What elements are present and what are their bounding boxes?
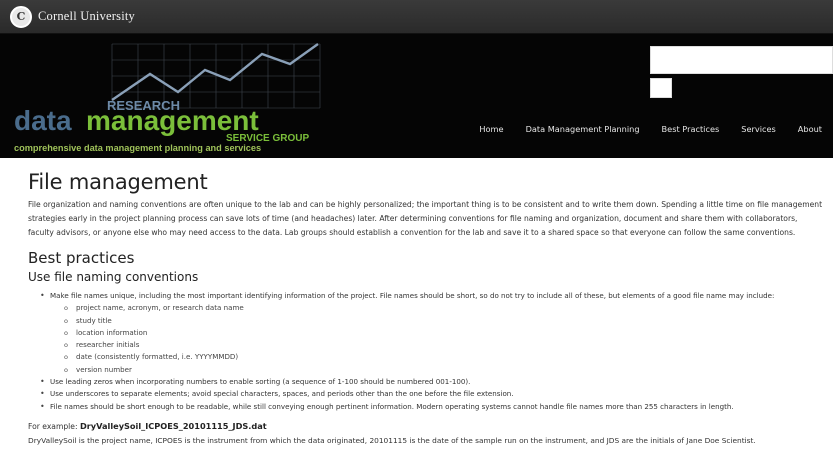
list-item: Make file names unique, including the mo… (40, 290, 823, 376)
nav-about[interactable]: About (787, 124, 833, 134)
sub-list-item: project name, acronym, or research data … (64, 302, 823, 315)
logo-data-text: data (14, 105, 72, 136)
nav-best-practices[interactable]: Best Practices (651, 124, 731, 134)
nav-home[interactable]: Home (468, 124, 514, 134)
logo-management-text: management (86, 105, 259, 136)
nav-services[interactable]: Services (730, 124, 787, 134)
sub-list-item: study title (64, 315, 823, 328)
sub-list-item: researcher initials (64, 339, 823, 352)
naming-conventions-list: Make file names unique, including the mo… (40, 290, 823, 413)
university-name-link[interactable]: Cornell University (38, 9, 135, 24)
logo-tagline-text: comprehensive data management planning a… (14, 143, 261, 153)
page-title: File management (28, 170, 208, 194)
main-content: File management File organization and na… (28, 170, 823, 447)
example-line: For example: DryValleySoil_ICPOES_201011… (28, 419, 823, 434)
list-item-text: Make file names unique, including the mo… (50, 291, 775, 300)
file-name-elements-list: project name, acronym, or research data … (64, 302, 823, 376)
list-item: Use underscores to separate elements; av… (40, 388, 823, 401)
main-navigation: Home Data Management Planning Best Pract… (468, 121, 833, 137)
university-header-bar: C Cornell University (0, 0, 833, 34)
list-item: File names should be short enough to be … (40, 401, 823, 414)
site-banner: RESEARCH data management SERVICE GROUP c… (0, 34, 833, 158)
list-item: Use leading zeros when incorporating num… (40, 376, 823, 389)
section-title: Best practices (28, 249, 135, 267)
sub-list-item: date (consistently formatted, i.e. YYYYM… (64, 351, 823, 364)
rdmsg-logo[interactable]: RESEARCH data management SERVICE GROUP c… (0, 34, 330, 158)
example-filename: DryValleySoil_ICPOES_20101115_JDS.dat (79, 420, 267, 431)
cornell-seal-icon[interactable]: C (10, 5, 32, 28)
example-prefix: For example: (28, 421, 80, 431)
sub-list-item: location information (64, 327, 823, 340)
intro-paragraph: File organization and naming conventions… (28, 200, 823, 237)
nav-data-management-planning[interactable]: Data Management Planning (515, 124, 651, 134)
subsection-title: Use file naming conventions (28, 270, 199, 284)
search-box[interactable] (650, 46, 833, 74)
example-explanation: DryValleySoil is the project name, ICPOE… (28, 435, 756, 445)
search-button[interactable] (650, 78, 672, 98)
sub-list-item: version number (64, 364, 823, 377)
